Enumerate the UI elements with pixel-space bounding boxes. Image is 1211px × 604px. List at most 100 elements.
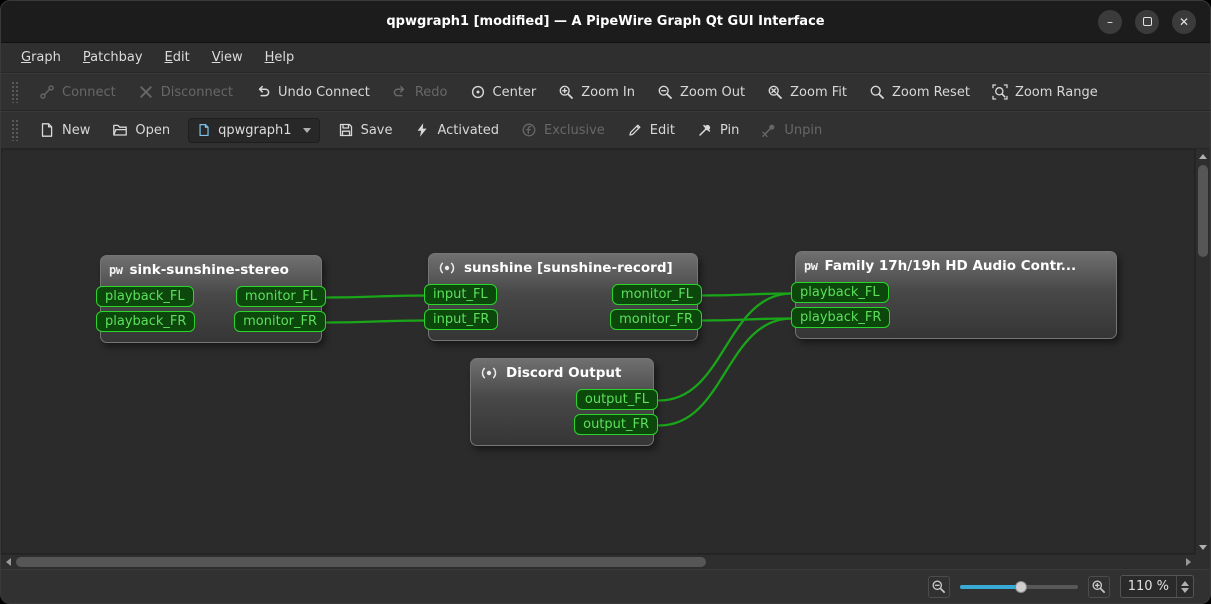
menu-graph[interactable]: Graph — [11, 46, 71, 69]
graph-node-family-hd-audio[interactable]: pwFamily 17h/19h HD Audio Contr...playba… — [795, 251, 1117, 339]
input-port[interactable]: playback_FL — [791, 282, 889, 303]
node-title: Discord Output — [506, 365, 621, 381]
connection-edge[interactable] — [327, 321, 425, 323]
new-button[interactable]: New — [29, 117, 100, 143]
titlebar[interactable]: qpwgraph1 [modified] — A PipeWire Graph … — [1, 1, 1210, 43]
node-title: Family 17h/19h HD Audio Contr... — [824, 258, 1076, 274]
node-header[interactable]: Discord Output — [471, 361, 653, 385]
port-row: input_FL monitor_FL — [424, 284, 702, 305]
node-header[interactable]: pwFamily 17h/19h HD Audio Contr... — [796, 254, 1116, 278]
output-port[interactable]: monitor_FR — [234, 311, 326, 332]
scroll-left-arrow[interactable] — [1, 555, 15, 569]
scroll-up-arrow[interactable] — [1196, 149, 1210, 163]
connection-edge[interactable] — [327, 296, 425, 298]
app-window: qpwgraph1 [modified] — A PipeWire Graph … — [0, 0, 1211, 604]
scroll-right-arrow[interactable] — [1181, 555, 1195, 569]
zoom-in-button[interactable]: Zoom In — [548, 79, 645, 105]
input-port[interactable]: playback_FR — [96, 311, 195, 332]
menu-patchbay[interactable]: Patchbay — [73, 46, 153, 69]
undo-icon — [255, 84, 271, 100]
unpin-icon — [761, 122, 777, 138]
disconnect-button[interactable]: Disconnect — [128, 79, 243, 105]
speaker-icon — [437, 261, 457, 275]
exclusive-icon — [521, 122, 537, 138]
output-port[interactable]: output_FL — [576, 389, 658, 410]
zoom-fit-button[interactable]: Zoom Fit — [757, 79, 857, 105]
zoom-slider-handle[interactable] — [1015, 581, 1027, 593]
center-button[interactable]: Center — [460, 79, 547, 105]
input-port[interactable]: input_FL — [424, 284, 497, 305]
save-button[interactable]: Save — [328, 117, 403, 143]
toolbar-handle[interactable] — [11, 81, 19, 103]
patchbay-select[interactable]: qpwgraph1 — [188, 118, 319, 143]
arrow-right-icon — [1186, 558, 1191, 566]
speaker-icon — [479, 366, 499, 380]
input-port[interactable]: playback_FR — [791, 307, 890, 328]
port-row: playback_FR monitor_FR — [96, 311, 326, 332]
pipewire-icon: pw — [109, 263, 122, 277]
undo-connect-button[interactable]: Undo Connect — [245, 79, 380, 105]
arrow-up-icon — [1199, 154, 1207, 159]
minimize-icon: – — [1107, 16, 1113, 28]
save-icon — [338, 122, 354, 138]
edit-button[interactable]: Edit — [617, 117, 685, 143]
exclusive-button[interactable]: Exclusive — [511, 117, 615, 143]
zoom-spin-arrows — [1176, 576, 1193, 597]
close-button[interactable]: ✕ — [1172, 10, 1196, 34]
node-title: sink-sunshine-stereo — [129, 262, 289, 278]
statusbar-zoom-in-button[interactable] — [1088, 576, 1110, 598]
connect-button[interactable]: Connect — [29, 79, 126, 105]
unpin-button[interactable]: Unpin — [751, 117, 832, 143]
graph-node-sink-sunshine-stereo[interactable]: pwsink-sunshine-stereoplayback_FLmonitor… — [100, 255, 322, 343]
vertical-scroll-thumb[interactable] — [1198, 165, 1208, 257]
output-port[interactable]: monitor_FR — [610, 309, 702, 330]
open-folder-icon — [112, 122, 128, 138]
menu-edit[interactable]: Edit — [155, 46, 200, 69]
activated-button[interactable]: Activated — [404, 117, 509, 143]
horizontal-scroll-thumb[interactable] — [16, 557, 706, 567]
scroll-down-arrow[interactable] — [1196, 540, 1210, 554]
graph-canvas[interactable]: pwsink-sunshine-stereoplayback_FLmonitor… — [1, 149, 1195, 554]
zoom-in-icon — [558, 84, 574, 100]
patchbay-select-value: qpwgraph1 — [218, 123, 291, 138]
vertical-scrollbar[interactable] — [1195, 149, 1210, 554]
pin-button[interactable]: Pin — [687, 117, 749, 143]
horizontal-scrollbar[interactable] — [1, 554, 1195, 569]
zoom-out-icon — [657, 84, 673, 100]
pencil-icon — [627, 122, 643, 138]
zoom-reset-button[interactable]: Zoom Reset — [859, 79, 980, 105]
spin-down-button[interactable] — [1181, 588, 1189, 593]
port-row: input_FR monitor_FR — [424, 309, 702, 330]
zoom-range-button[interactable]: Zoom Range — [982, 79, 1108, 105]
zoom-slider[interactable] — [960, 578, 1078, 596]
minimize-button[interactable]: – — [1098, 10, 1122, 34]
menu-view[interactable]: View — [202, 46, 253, 69]
port-row: playback_FL monitor_FL — [96, 286, 326, 307]
output-port[interactable]: monitor_FL — [612, 284, 702, 305]
redo-button[interactable]: Redo — [382, 79, 458, 105]
graph-node-discord-output[interactable]: Discord Outputoutput_FLoutput_FR — [470, 358, 654, 446]
zoom-out-button[interactable]: Zoom Out — [647, 79, 755, 105]
toolbar-main: Connect Disconnect Undo Connect Redo Cen… — [1, 73, 1210, 111]
zoom-reset-icon — [869, 84, 885, 100]
chevron-down-icon — [303, 128, 311, 133]
statusbar-zoom-out-button[interactable] — [928, 576, 950, 598]
output-port[interactable]: monitor_FL — [236, 286, 326, 307]
open-button[interactable]: Open — [102, 117, 180, 143]
canvas-area: pwsink-sunshine-stereoplayback_FLmonitor… — [1, 149, 1210, 569]
zoom-spinbox[interactable]: 110 % — [1120, 575, 1194, 598]
node-header[interactable]: pw sink-sunshine-stereo — [101, 258, 321, 282]
maximize-button[interactable] — [1135, 10, 1159, 34]
redo-icon — [392, 84, 408, 100]
node-header[interactable]: sunshine [sunshine-record] — [429, 256, 697, 280]
edges-layer — [2, 150, 1194, 553]
toolbar-handle[interactable] — [11, 119, 19, 141]
menu-help[interactable]: Help — [255, 46, 305, 69]
spin-up-button[interactable] — [1181, 581, 1189, 586]
window-title: qpwgraph1 [modified] — A PipeWire Graph … — [386, 14, 824, 29]
input-port[interactable]: playback_FL — [96, 286, 194, 307]
zoom-range-icon — [992, 84, 1008, 100]
graph-node-sunshine[interactable]: sunshine [sunshine-record]input_FLmonito… — [428, 253, 698, 341]
output-port[interactable]: output_FR — [574, 414, 658, 435]
input-port[interactable]: input_FR — [424, 309, 498, 330]
